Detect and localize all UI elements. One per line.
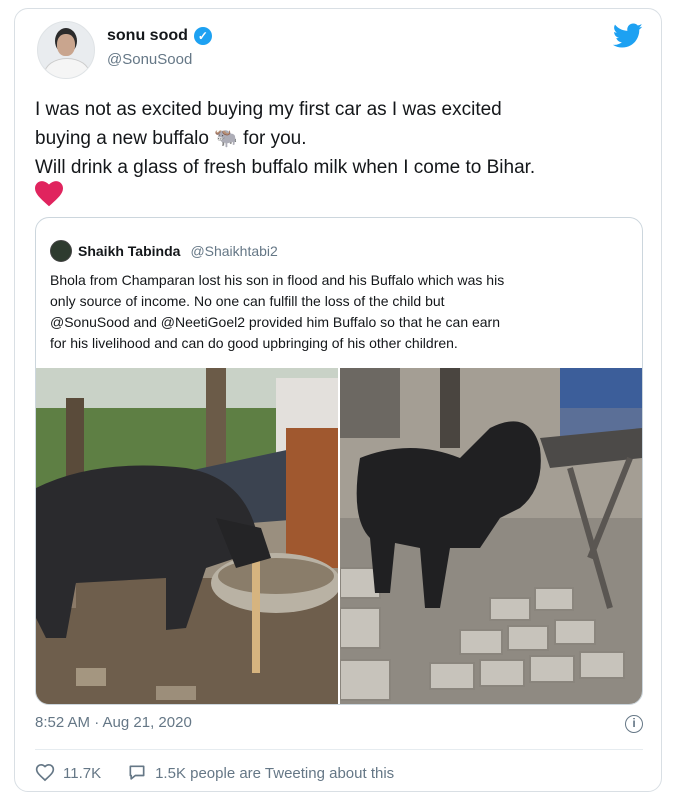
tweet-line: buying a new buffalo 🐃 for you.	[35, 128, 307, 149]
quoted-author-handle: @Shaikhtabi2	[190, 243, 278, 259]
quoted-author-name: Shaikh Tabinda	[78, 243, 181, 259]
buffalo-eating-photo[interactable]	[36, 368, 338, 704]
photo-grid	[36, 368, 642, 704]
tweet-actions: 11.7K 1.5K people are Tweeting about thi…	[35, 763, 420, 783]
author-avatar[interactable]	[37, 21, 95, 79]
tweet-text: I was not as excited buying my first car…	[35, 95, 645, 182]
heart-outline-icon	[35, 763, 55, 782]
red-heart-icon	[35, 181, 63, 207]
author-handle[interactable]: @SonuSood	[107, 51, 192, 68]
like-button[interactable]: 11.7K	[35, 763, 101, 783]
quoted-line: @SonuSood and @NeetiGoel2 provided him B…	[50, 314, 501, 330]
tweet-line: I was not as excited buying my first car…	[35, 99, 502, 120]
quoted-tweet-text: Bhola from Champaran lost his son in flo…	[50, 270, 635, 354]
quoted-tweet[interactable]: Shaikh Tabinda @Shaikhtabi2 Bhola from C…	[35, 217, 643, 705]
author-name-row[interactable]: sonu sood ✓	[107, 27, 212, 45]
like-count: 11.7K	[63, 764, 102, 782]
verified-badge-icon: ✓	[193, 27, 212, 45]
quoted-line: only source of income. No one can fulfil…	[50, 293, 445, 309]
quoted-line: Bhola from Champaran lost his son in flo…	[50, 272, 505, 288]
quoted-tweet-header: Shaikh Tabinda @Shaikhtabi2	[50, 240, 278, 262]
quoted-author-avatar	[50, 240, 72, 262]
retweet-text: 1.5K people are Tweeting about this	[155, 764, 395, 782]
quoted-line: for his livelihood and can do good upbri…	[50, 335, 458, 351]
tweet-line: Will drink a glass of fresh buffalo milk…	[35, 157, 536, 178]
tweet-timestamp[interactable]: 8:52 AM · Aug 21, 2020	[35, 714, 192, 731]
tweet-card: sonu sood ✓ @SonuSood I was not as excit…	[14, 8, 662, 792]
twitter-bird-icon[interactable]	[613, 23, 643, 49]
speech-bubble-icon	[129, 765, 145, 780]
buffalo-calf-photo[interactable]	[340, 368, 642, 704]
divider	[35, 749, 643, 750]
retweet-conversation-button[interactable]: 1.5K people are Tweeting about this	[127, 763, 394, 783]
info-icon[interactable]: i	[625, 715, 643, 733]
author-display-name[interactable]: sonu sood	[107, 27, 188, 45]
